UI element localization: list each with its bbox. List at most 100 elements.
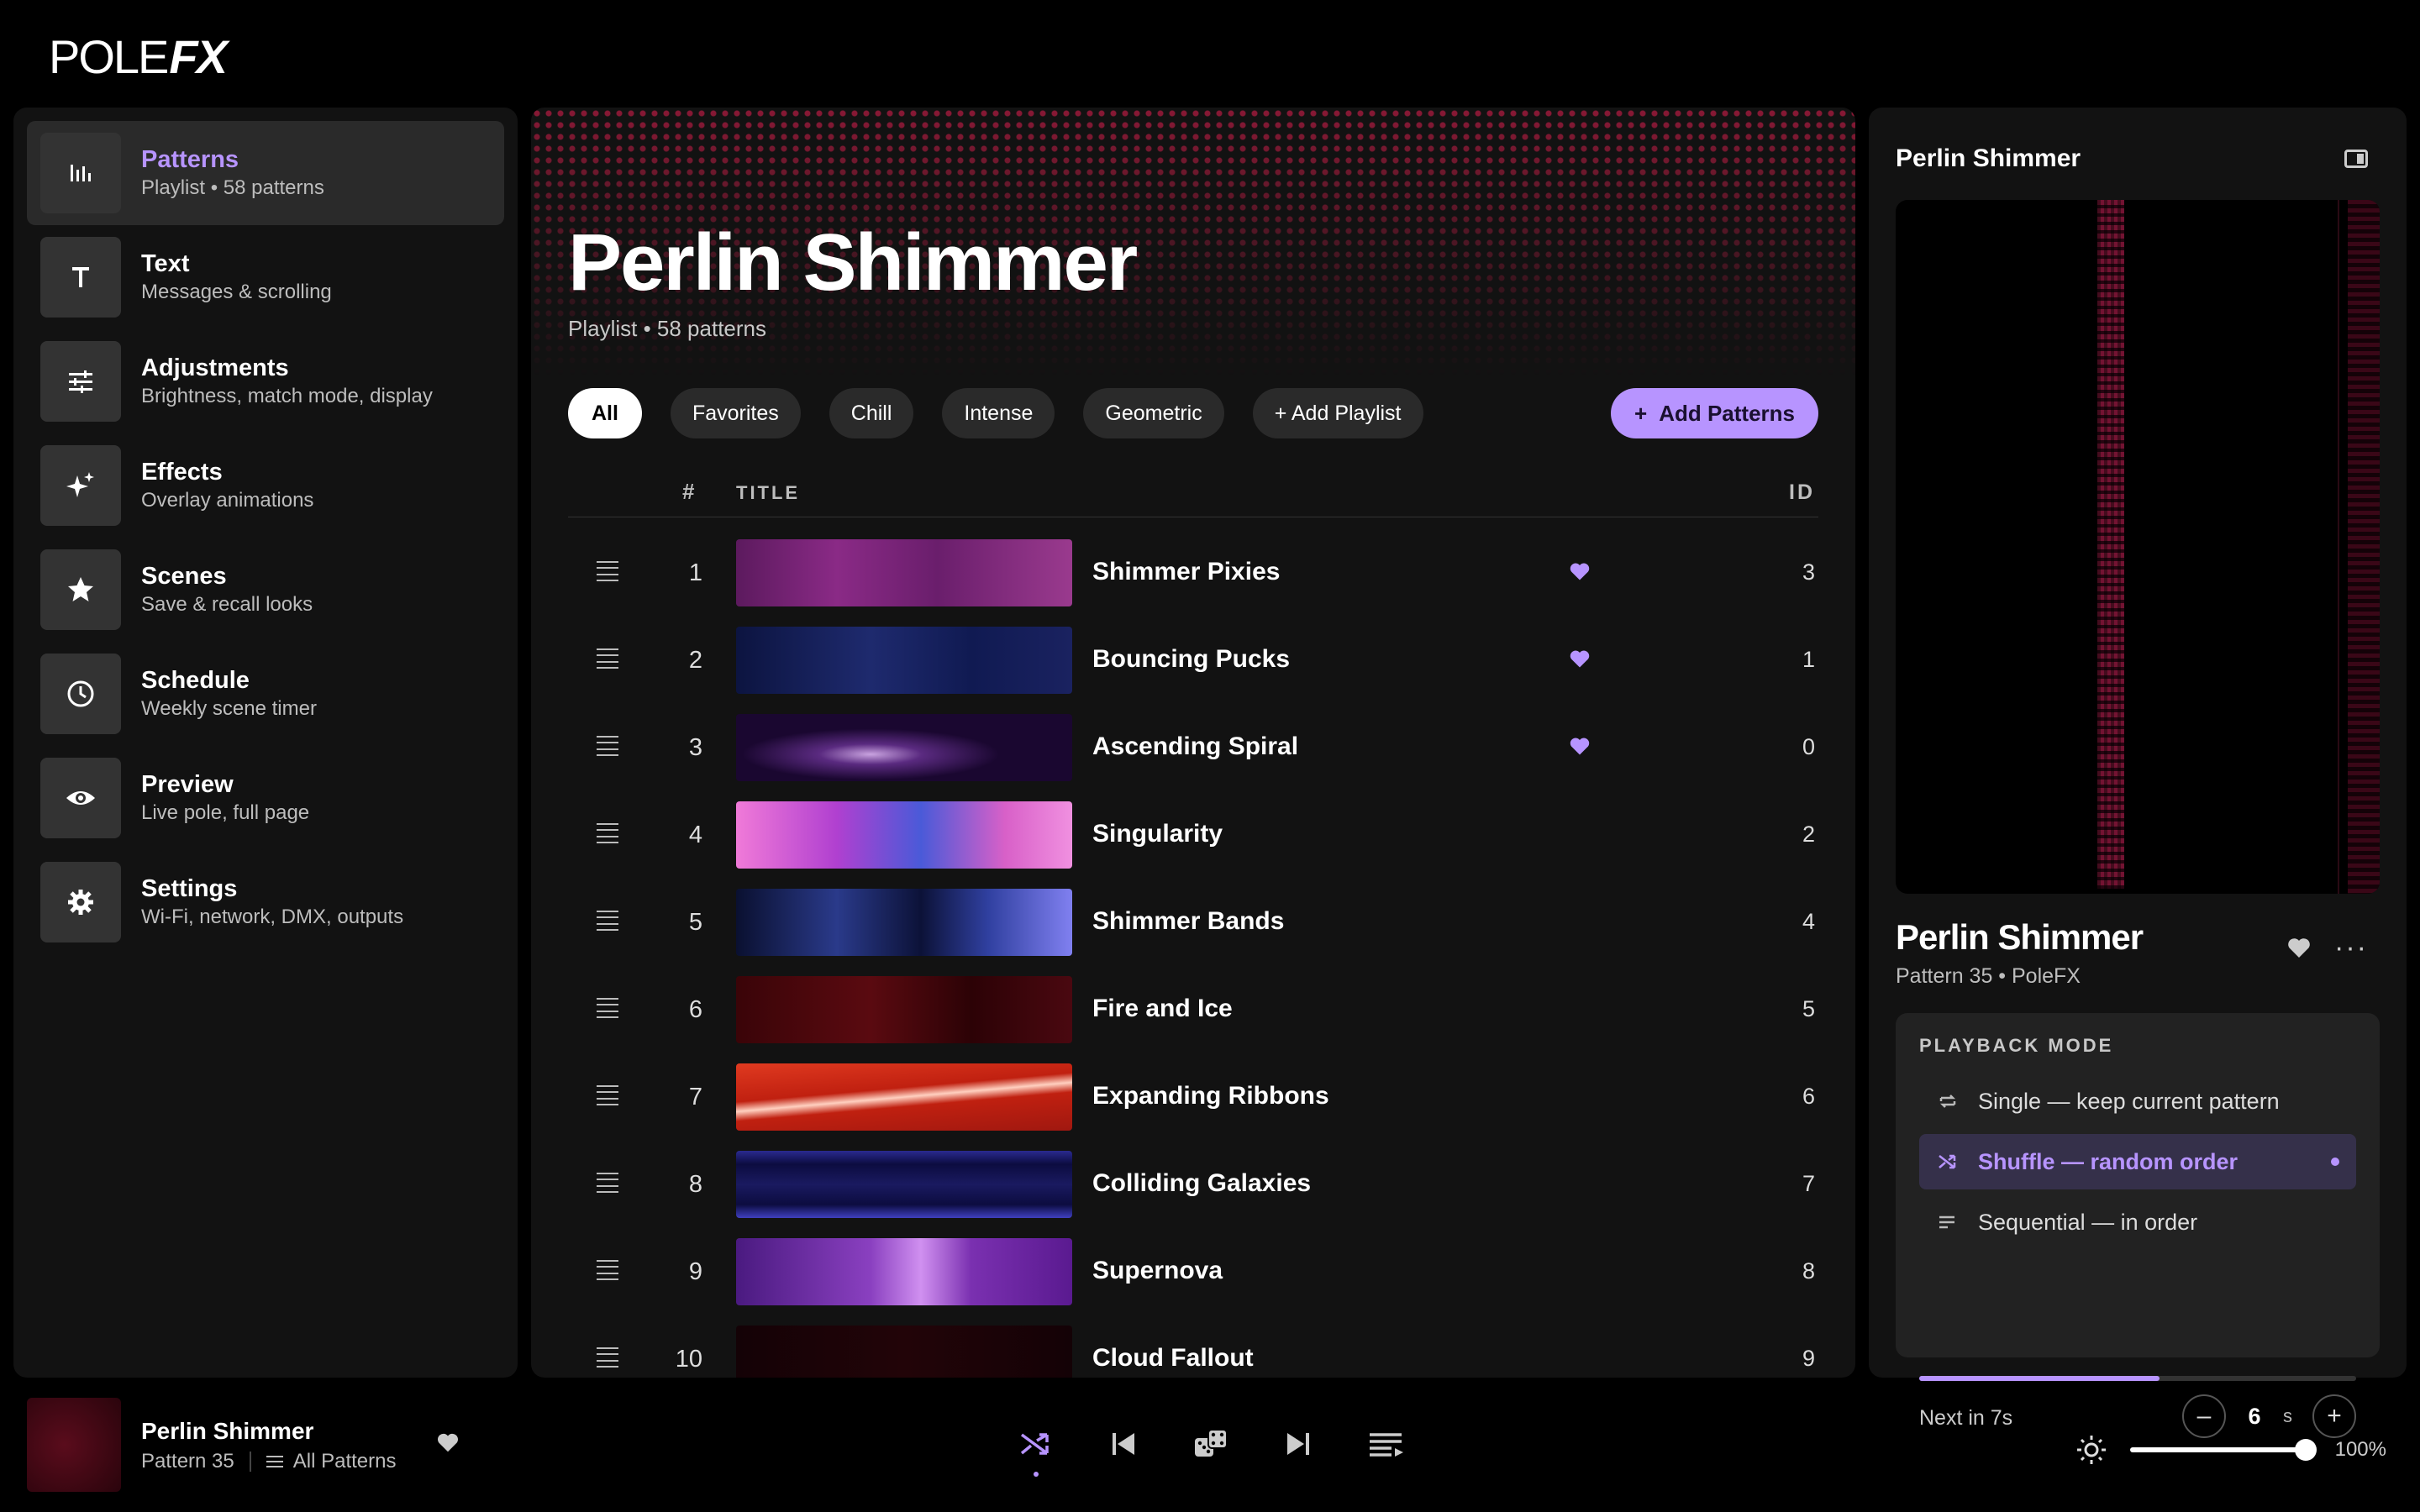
chip-all[interactable]: All bbox=[568, 388, 642, 438]
table-row[interactable]: 6 Fire and Ice 5 bbox=[568, 968, 1818, 1055]
chip-favorites[interactable]: Favorites bbox=[670, 388, 801, 438]
row-number: 5 bbox=[688, 909, 702, 936]
drag-handle-icon[interactable] bbox=[597, 561, 618, 581]
sidebar-item-sub: Brightness, match mode, display bbox=[141, 385, 433, 407]
row-number: 7 bbox=[688, 1084, 702, 1110]
pattern-name: Shimmer Bands bbox=[1092, 907, 1285, 935]
sidebar-item-label: Preview bbox=[141, 771, 234, 798]
queue-button[interactable] bbox=[1366, 1425, 1405, 1463]
now-playing-panel: Perlin Shimmer Perlin Shimmer Pattern 35… bbox=[1869, 108, 2407, 1438]
brightness-percent: 100% bbox=[2334, 1438, 2386, 1461]
drag-handle-icon[interactable] bbox=[597, 1085, 618, 1105]
pattern-id: 5 bbox=[1802, 996, 1815, 1021]
column-title: TITLE bbox=[736, 482, 801, 503]
player-bar: Perlin Shimmer Pattern 35 All Patterns 1… bbox=[0, 1391, 2420, 1512]
sidebar-item-settings[interactable]: Settings Wi-Fi, network, DMX, outputs bbox=[27, 850, 504, 954]
pattern-name: Expanding Ribbons bbox=[1092, 1082, 1329, 1110]
sidebar-item-patterns[interactable]: Patterns Playlist • 58 patterns bbox=[27, 121, 504, 225]
favorite-heart-icon[interactable] bbox=[1568, 559, 1591, 583]
sidebar-item-sub: Weekly scene timer bbox=[141, 697, 317, 720]
pattern-thumbnail bbox=[736, 627, 1072, 694]
table-row[interactable]: 8 Colliding Galaxies 7 bbox=[568, 1142, 1818, 1230]
star-icon bbox=[40, 549, 121, 630]
pattern-list: 1 Shimmer Pixies 3 2 Bouncing Pucks 1 3 … bbox=[568, 531, 1818, 1378]
text-icon bbox=[40, 237, 121, 318]
pattern-thumbnail bbox=[736, 1238, 1072, 1305]
sidebar-item-adjustments[interactable]: Adjustments Brightness, match mode, displ… bbox=[27, 329, 504, 433]
pattern-name: Supernova bbox=[1092, 1257, 1223, 1284]
table-row[interactable]: 7 Expanding Ribbons 6 bbox=[568, 1055, 1818, 1142]
skip-next-icon bbox=[1287, 1433, 1309, 1455]
player-pattern: Pattern 35 bbox=[141, 1450, 234, 1473]
mode-shuffle[interactable]: Shuffle — random order bbox=[1919, 1134, 2356, 1189]
chip-chill[interactable]: Chill bbox=[829, 388, 914, 438]
sidebar-item-preview[interactable]: Preview Live pole, full page bbox=[27, 746, 504, 850]
table-row[interactable]: 9 Supernova 8 bbox=[568, 1230, 1818, 1317]
pole-preview bbox=[1896, 200, 2380, 894]
random-button[interactable] bbox=[1192, 1425, 1230, 1463]
filter-chips: All Favorites Chill Intense Geometric + … bbox=[568, 388, 1423, 438]
chip-geometric[interactable]: Geometric bbox=[1083, 388, 1224, 438]
table-row[interactable]: 3 Ascending Spiral 0 bbox=[568, 706, 1818, 793]
gear-icon bbox=[40, 862, 121, 942]
sidebar-item-text[interactable]: Text Messages & scrolling bbox=[27, 225, 504, 329]
pattern-id: 0 bbox=[1802, 734, 1815, 759]
pattern-id: 7 bbox=[1802, 1171, 1815, 1196]
favorite-heart-icon[interactable] bbox=[1568, 734, 1591, 758]
drag-handle-icon[interactable] bbox=[597, 648, 618, 669]
player-heart-icon[interactable] bbox=[435, 1430, 460, 1455]
sidebar-item-schedule[interactable]: Schedule Weekly scene timer bbox=[27, 642, 504, 746]
pattern-id: 3 bbox=[1802, 559, 1815, 585]
slider-knob[interactable] bbox=[2294, 1439, 2317, 1461]
table-row[interactable]: 4 Singularity 2 bbox=[568, 793, 1818, 880]
page-title: Perlin Shimmer bbox=[568, 218, 1138, 307]
drag-handle-icon[interactable] bbox=[597, 911, 618, 931]
pattern-thumbnail bbox=[736, 1326, 1072, 1378]
mode-single[interactable]: Single — keep current pattern bbox=[1919, 1074, 2356, 1129]
sidebar-item-sub: Wi-Fi, network, DMX, outputs bbox=[141, 906, 404, 928]
sidebar-item-effects[interactable]: Effects Overlay animations bbox=[27, 433, 504, 538]
table-row[interactable]: 1 Shimmer Pixies 3 bbox=[568, 531, 1818, 618]
player-playlist[interactable]: All Patterns bbox=[293, 1450, 397, 1473]
favorite-heart-icon[interactable] bbox=[1568, 647, 1591, 670]
drag-handle-icon[interactable] bbox=[597, 1260, 618, 1280]
pattern-thumbnail bbox=[736, 539, 1072, 606]
pattern-name: Ascending Spiral bbox=[1092, 732, 1299, 760]
drag-handle-icon[interactable] bbox=[597, 823, 618, 843]
sidebar-item-scenes[interactable]: Scenes Save & recall looks bbox=[27, 538, 504, 642]
previous-button[interactable] bbox=[1104, 1425, 1143, 1463]
queue-icon bbox=[1370, 1433, 1403, 1457]
now-playing-thumbnail bbox=[27, 1398, 121, 1492]
favorite-heart-icon[interactable] bbox=[2286, 934, 2312, 961]
table-header: # TITLE ID bbox=[568, 470, 1818, 517]
pattern-id: 4 bbox=[1802, 909, 1815, 934]
pattern-thumbnail bbox=[736, 1063, 1072, 1131]
table-row[interactable]: 2 Bouncing Pucks 1 bbox=[568, 618, 1818, 706]
panel-title: Perlin Shimmer bbox=[1896, 144, 2081, 172]
table-row[interactable]: 10 Cloud Fallout 9 bbox=[568, 1317, 1818, 1378]
drag-handle-icon[interactable] bbox=[597, 1347, 618, 1368]
pattern-id: 8 bbox=[1802, 1258, 1815, 1284]
row-number: 8 bbox=[688, 1171, 702, 1198]
table-row[interactable]: 5 Shimmer Bands 4 bbox=[568, 880, 1818, 968]
drag-handle-icon[interactable] bbox=[597, 1173, 618, 1193]
panel-toggle-icon[interactable] bbox=[2344, 150, 2368, 168]
more-options-icon[interactable]: ··· bbox=[2334, 933, 2368, 962]
brightness-slider[interactable] bbox=[2129, 1439, 2317, 1461]
playback-mode-card: PLAYBACK MODE Single — keep current patt… bbox=[1896, 1013, 2380, 1438]
drag-handle-icon[interactable] bbox=[597, 736, 618, 756]
next-button[interactable] bbox=[1279, 1425, 1318, 1463]
add-playlist-button[interactable]: + Add Playlist bbox=[1252, 388, 1423, 438]
shuffle-button[interactable] bbox=[1017, 1425, 1055, 1477]
sidebar-item-label: Scenes bbox=[141, 563, 227, 590]
active-dot bbox=[2331, 1158, 2339, 1166]
mode-sequential[interactable]: Sequential — in order bbox=[1919, 1194, 2356, 1250]
column-id: ID bbox=[1789, 480, 1815, 504]
pattern-thumbnail bbox=[736, 714, 1072, 781]
drag-handle-icon[interactable] bbox=[597, 998, 618, 1018]
pattern-thumbnail bbox=[736, 1151, 1072, 1218]
add-patterns-button[interactable]: + Add Patterns bbox=[1611, 388, 1818, 438]
chip-intense[interactable]: Intense bbox=[942, 388, 1055, 438]
sidebar-item-sub: Playlist • 58 patterns bbox=[141, 176, 324, 199]
bar-chart-icon bbox=[40, 133, 121, 213]
